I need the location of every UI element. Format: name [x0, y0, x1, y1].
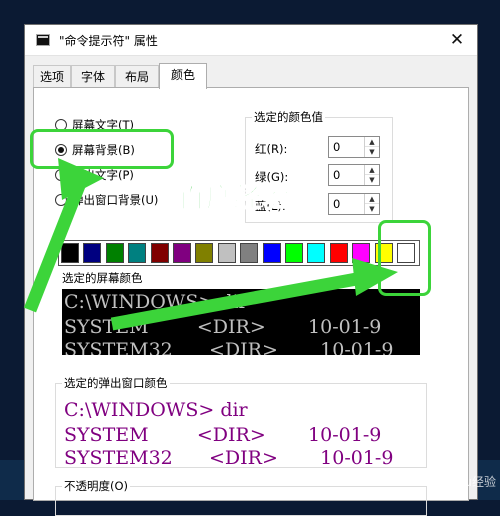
arrow-to-swatch: [110, 271, 364, 331]
arrow-to-radio: [23, 175, 89, 313]
arrow-to-swatch-head: [352, 258, 398, 296]
tab-colors[interactable]: 颜色: [159, 63, 207, 89]
annotation-arrows: [23, 158, 398, 331]
corner-watermark: Baidu经验: [437, 475, 496, 489]
